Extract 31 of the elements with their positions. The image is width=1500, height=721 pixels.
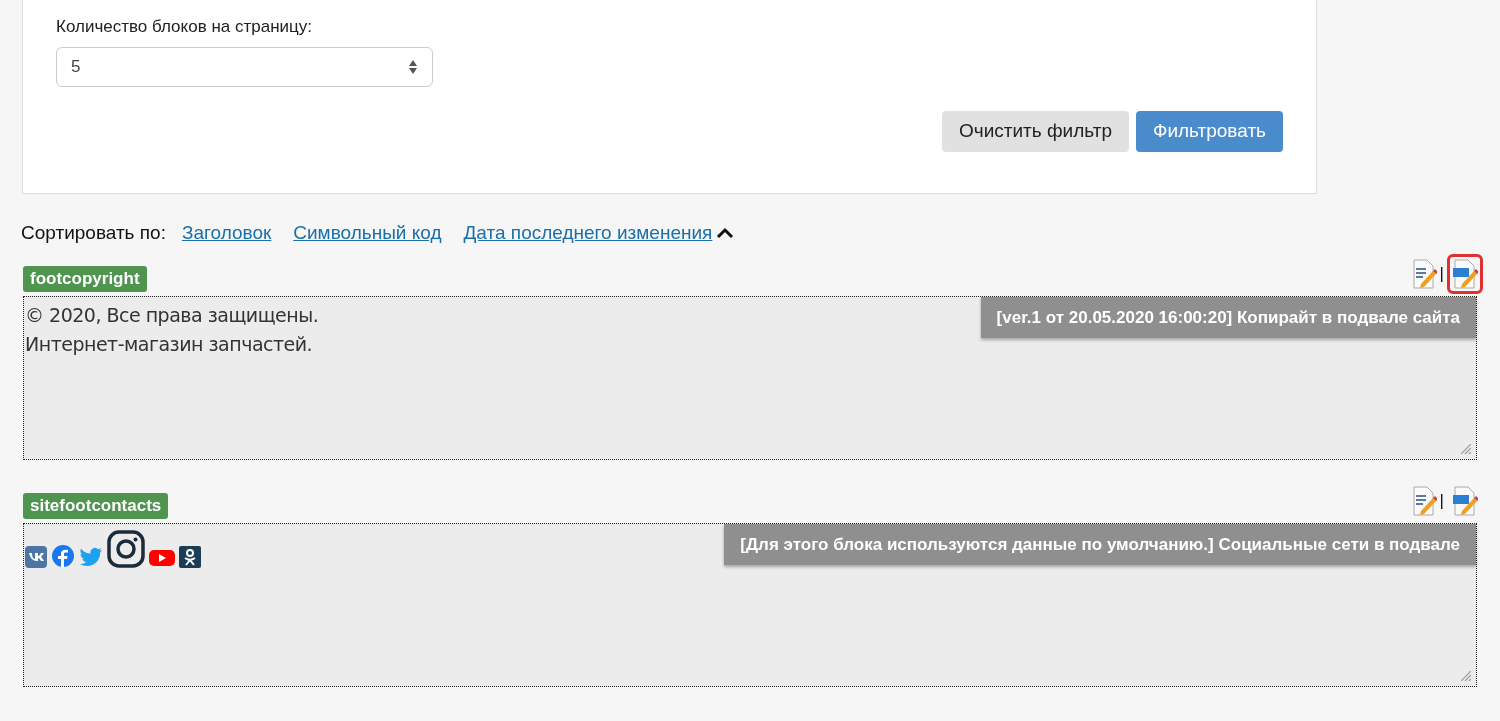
- sort-label: Сортировать по:: [21, 220, 166, 245]
- content-area[interactable]: © 2020, Все права защищены. Интернет-магазин запчастей. [ver.1 от 20.05.2020 16:00:20] Копирайт в подвале сайта: [23, 296, 1477, 460]
- separator-text: |: [1439, 263, 1444, 286]
- per-page-label: Количество блоков на страницу:: [56, 16, 312, 38]
- sort-arrows-icon: [408, 58, 418, 76]
- resize-handle-icon[interactable]: [1461, 671, 1471, 681]
- resize-handle-icon[interactable]: [1461, 444, 1471, 454]
- vk-icon[interactable]: [25, 546, 47, 568]
- youtube-icon[interactable]: [149, 548, 175, 568]
- separator-text: |: [1439, 490, 1444, 513]
- sort-link[interactable]: Дата последнего изменения: [463, 218, 713, 248]
- sort-link[interactable]: Заголовок: [181, 218, 272, 248]
- block-caption: [Для этого блока используются данные по умолчанию.] Социальные сети в подвале: [724, 524, 1476, 565]
- chevron-up-icon[interactable]: [716, 227, 735, 239]
- twitter-icon[interactable]: [79, 546, 103, 568]
- facebook-icon[interactable]: [51, 544, 75, 568]
- content-area[interactable]: [Для этого блока используются данные по умолчанию.] Социальные сети в подвале: [23, 523, 1477, 687]
- instagram-icon[interactable]: [107, 530, 145, 568]
- content-text: © 2020, Все права защищены.: [25, 303, 319, 328]
- text-edit-icon[interactable]: [1410, 486, 1437, 516]
- block-caption: [ver.1 от 20.05.2020 16:00:20] Копирайт в подвале сайта: [980, 297, 1476, 338]
- block-code-badge: footcopyright: [23, 266, 147, 292]
- odnoklassniki-icon[interactable]: [179, 546, 201, 568]
- html-edit-icon[interactable]: [1452, 486, 1478, 516]
- content-text: Интернет-магазин запчастей.: [25, 332, 313, 357]
- per-page-select[interactable]: 5: [56, 47, 433, 87]
- text-edit-icon[interactable]: [1410, 259, 1437, 289]
- clear-filter-button[interactable]: Очистить фильтр: [941, 111, 1129, 152]
- sort-link[interactable]: Символьный код: [293, 218, 442, 248]
- filter-button[interactable]: Фильтровать: [1135, 111, 1283, 152]
- block-code-badge: sitefootcontacts: [23, 493, 169, 519]
